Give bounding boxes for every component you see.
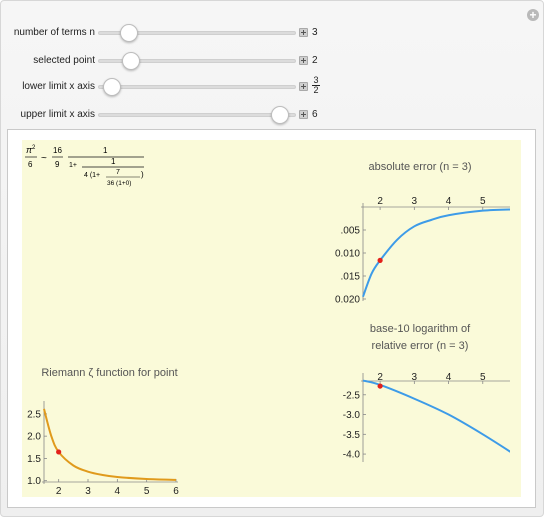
formula-six: 6	[28, 160, 33, 169]
x-tick-label: 6	[173, 486, 179, 497]
y-tick-label: -3.5	[343, 430, 361, 441]
x-tick-label: 2	[377, 372, 383, 383]
y-tick-label: .005	[341, 226, 361, 237]
y-tick-label: 0.020	[335, 295, 360, 306]
point-value: 2	[312, 55, 318, 66]
x-tick-label: 3	[412, 372, 418, 383]
control-label-upper: upper limit x axis	[20, 109, 95, 120]
control-label-lower: lower limit x axis	[22, 81, 95, 92]
x-tick-label: 4	[446, 372, 452, 383]
series-line	[43, 408, 177, 481]
upper-plus-icon[interactable]	[299, 110, 308, 119]
lower-plus-icon[interactable]	[299, 82, 308, 91]
lower-value: 3 2	[312, 76, 320, 95]
slider-lower-track[interactable]	[98, 85, 296, 89]
x-tick-label: 5	[480, 196, 486, 207]
slider-point-thumb[interactable]	[121, 52, 140, 70]
point-plus-icon[interactable]	[299, 56, 308, 65]
control-label-point: selected point	[33, 55, 95, 66]
continued-fraction-formula: π 2 6 ~ 16 9 1 1+ 1 4 (1+ 7 36 (1+0) )	[24, 142, 164, 187]
formula-one-b: 1	[111, 157, 116, 166]
x-tick-label: 5	[480, 372, 486, 383]
selected-point-marker	[377, 257, 383, 263]
log-error-chart: 23456-2.5-3.0-3.5-4.0	[343, 372, 510, 462]
series-line	[362, 379, 510, 453]
y-tick-label: 2.5	[27, 409, 41, 420]
formula-four: 4 (1+	[84, 172, 100, 179]
formula-one-a: 1	[103, 146, 108, 155]
terms-plus-icon[interactable]	[299, 28, 308, 37]
zeta-chart: 2 3 4 5 6 2.5 2.0 1.5 1.0	[27, 401, 179, 497]
options-plus-icon[interactable]: +	[527, 9, 539, 21]
x-tick-label: 3	[412, 196, 418, 207]
y-tick-label: 1.5	[27, 454, 41, 465]
formula-pi-exp: 2	[32, 145, 36, 151]
log-error-title-line2: relative error (n = 3)	[371, 340, 469, 352]
x-tick-label: 4	[115, 486, 121, 497]
lower-value-denominator: 2	[312, 85, 320, 95]
abs-error-chart: 23456.0050.010.0150.020	[335, 196, 510, 306]
log-error-title: base-10 logarithm of relative error (n =…	[340, 321, 500, 355]
selected-point-marker	[377, 383, 383, 389]
formula-nine: 9	[55, 160, 60, 169]
formula-close-paren: )	[141, 170, 144, 179]
control-label-terms: number of terms n	[13, 27, 95, 38]
y-tick-label: 1.0	[27, 476, 41, 487]
y-tick-label: -3.0	[343, 410, 361, 421]
y-tick-label: .015	[341, 272, 361, 283]
x-tick-label: 5	[144, 486, 150, 497]
lower-value-numerator: 3	[313, 75, 319, 85]
x-tick-label: 4	[446, 196, 452, 207]
slider-upper-track[interactable]	[98, 113, 296, 117]
terms-value: 3	[312, 27, 318, 38]
y-tick-label: 2.0	[27, 432, 41, 443]
zeta-title: Riemann ζ function for point	[41, 367, 178, 379]
slider-terms-thumb[interactable]	[119, 24, 138, 42]
y-tick-label: 0.010	[335, 249, 360, 260]
log-error-title-line1: base-10 logarithm of	[369, 323, 471, 335]
selected-point-marker	[56, 449, 62, 455]
formula-one-plus: 1+	[69, 162, 77, 169]
plot-area: π 2 6 ~ 16 9 1 1+ 1 4 (1+ 7 36 (1+0) ) a…	[22, 140, 521, 497]
abs-error-title: absolute error (n = 3)	[368, 161, 472, 173]
formula-36: 36 (1+0)	[107, 180, 131, 187]
y-tick-label: -2.5	[343, 390, 361, 401]
y-tick-label: -4.0	[343, 450, 361, 461]
x-tick-label: 2	[377, 196, 383, 207]
slider-upper-thumb[interactable]	[270, 106, 289, 124]
series-line	[362, 208, 510, 298]
formula-seven: 7	[116, 169, 120, 176]
upper-value: 6	[312, 109, 318, 120]
output-pane: π 2 6 ~ 16 9 1 1+ 1 4 (1+ 7 36 (1+0) ) a…	[7, 129, 536, 508]
formula-approx: ~	[41, 153, 47, 164]
formula-sixteen: 16	[53, 146, 62, 155]
formula-svg: π 2 6 ~ 16 9 1 1+ 1 4 (1+ 7 36 (1+0) )	[25, 145, 144, 187]
x-tick-label: 2	[56, 486, 62, 497]
x-tick-label: 3	[85, 486, 91, 497]
